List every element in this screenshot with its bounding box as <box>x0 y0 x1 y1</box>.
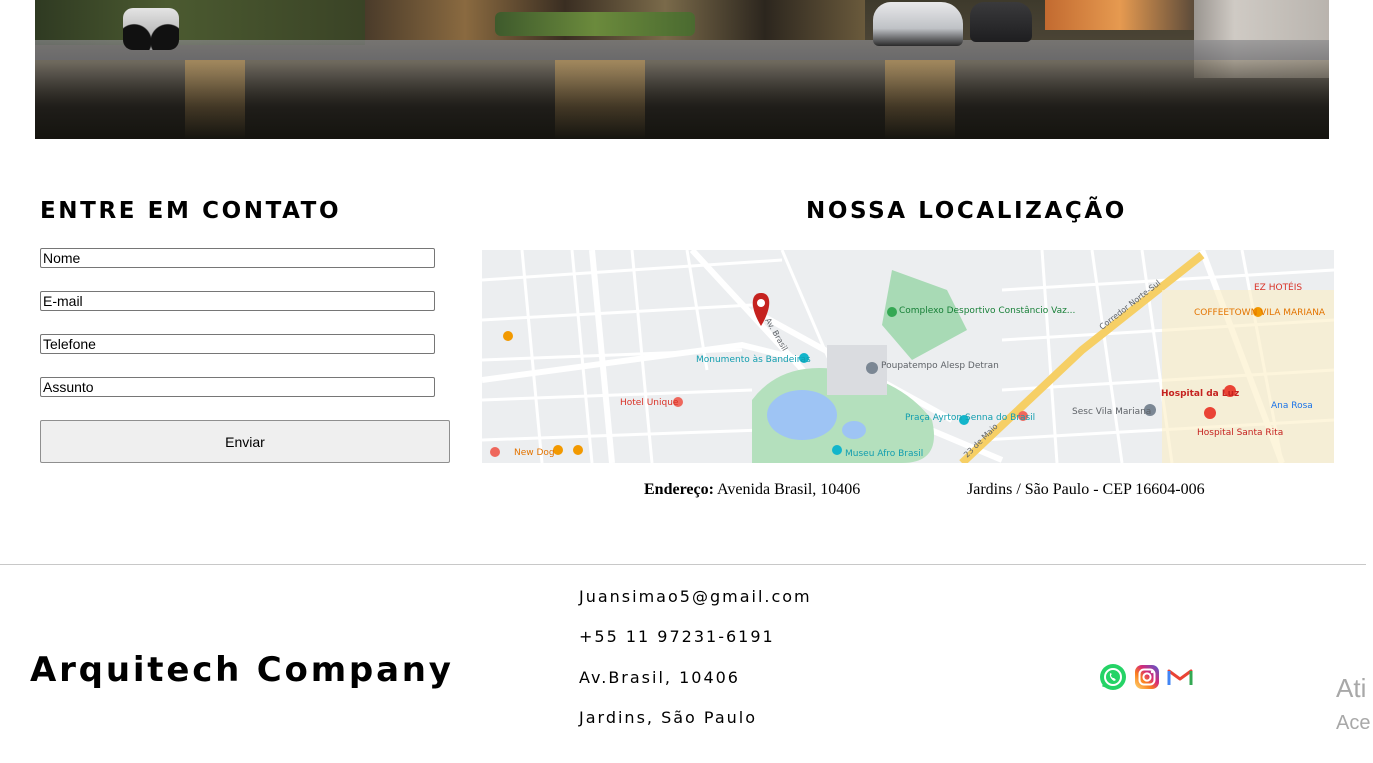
map-canvas[interactable]: Complexo Desportivo Constâncio Vaz... Mo… <box>482 250 1334 463</box>
hero-trees <box>35 0 365 45</box>
map-label: Complexo Desportivo Constâncio Vaz... <box>899 306 1075 316</box>
map-block <box>827 345 887 395</box>
hero-dark-car <box>970 2 1032 42</box>
contact-title: ENTRE EM CONTATO <box>40 198 342 224</box>
footer-district: Jardins, São Paulo <box>579 708 758 727</box>
map-label: EZ HOTÉIS <box>1254 281 1302 293</box>
map-lake <box>842 421 866 439</box>
hero-light-reflection <box>185 60 245 139</box>
windows-activation-title: Ati <box>1336 673 1367 703</box>
hero-motorcycle <box>123 8 179 50</box>
address-value: Avenida Brasil, 10406 <box>717 481 861 498</box>
hero-light-reflection <box>555 60 645 139</box>
location-map[interactable]: Complexo Desportivo Constâncio Vaz... Mo… <box>482 250 1334 463</box>
location-title: NOSSA LOCALIZAÇÃO <box>806 198 1127 224</box>
email-field[interactable] <box>40 291 435 311</box>
map-label: Ana Rosa <box>1271 401 1313 411</box>
footer-divider <box>0 564 1366 565</box>
address-city: Jardins / São Paulo - CEP 16604-006 <box>967 481 1205 498</box>
footer-street: Av.Brasil, 10406 <box>579 668 740 687</box>
hero-white-car <box>873 2 963 46</box>
hero-road <box>35 40 1329 60</box>
map-lake <box>767 390 837 440</box>
brand-name: Arquitech Company <box>30 650 454 690</box>
hero-image <box>35 0 1329 139</box>
map-poi-marker[interactable] <box>832 445 842 455</box>
map-label: Poupatempo Alesp Detran <box>881 361 999 371</box>
instagram-icon[interactable] <box>1133 663 1161 691</box>
map-poi-marker[interactable] <box>503 331 513 341</box>
address-label: Endereço: <box>644 481 714 498</box>
address-line: Endereço: Avenida Brasil, 10406 <box>644 481 860 499</box>
map-label: Sesc Vila Mariana <box>1072 407 1151 417</box>
send-button[interactable]: Enviar <box>40 420 450 463</box>
map-poi-marker[interactable] <box>887 307 897 317</box>
phone-field[interactable] <box>40 334 435 354</box>
map-poi-marker[interactable] <box>490 447 500 457</box>
whatsapp-icon[interactable] <box>1099 663 1127 691</box>
map-poi-marker[interactable] <box>1204 407 1216 419</box>
map-poi-marker[interactable] <box>573 445 583 455</box>
hero-bush <box>495 12 695 36</box>
map-label: COFFEETOWN VILA MARIANA <box>1194 308 1326 318</box>
map-label: Museu Afro Brasil <box>845 449 923 459</box>
map-label: Monumento às Bandeiras <box>696 355 811 365</box>
hero-light-reflection <box>885 60 955 139</box>
subject-field[interactable] <box>40 377 435 397</box>
map-label: Praça Ayrton Senna do Brasil <box>905 413 1035 423</box>
map-label: Hospital da Luz <box>1161 389 1239 399</box>
footer-phone[interactable]: +55 11 97231-6191 <box>579 627 775 646</box>
map-label: New Dog <box>514 448 555 458</box>
map-label: Hospital Santa Rita <box>1197 428 1283 438</box>
footer-email[interactable]: Juansimao5@gmail.com <box>579 587 812 606</box>
map-label: Hotel Unique <box>620 398 679 408</box>
map-poi-marker[interactable] <box>866 362 878 374</box>
name-field[interactable] <box>40 248 435 268</box>
hero-sunset <box>1045 0 1195 30</box>
gmail-icon[interactable] <box>1166 663 1194 691</box>
windows-activation-subtitle: Ace <box>1336 712 1371 734</box>
